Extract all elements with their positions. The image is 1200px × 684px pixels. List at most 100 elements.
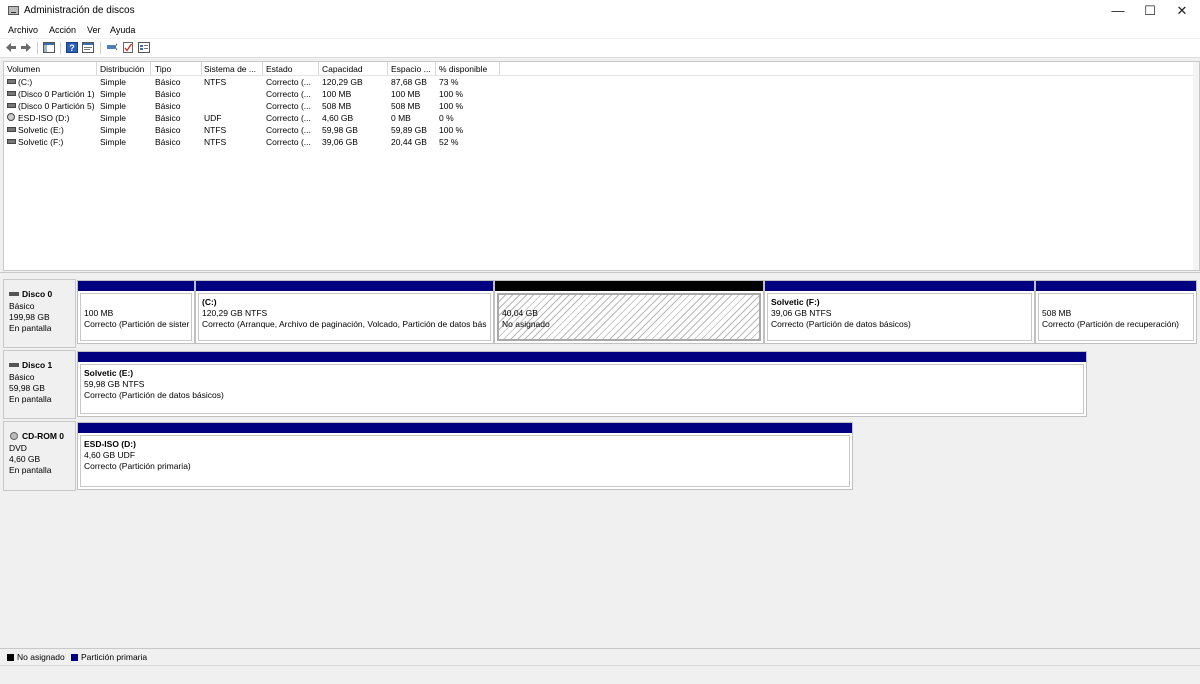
- cell-free: 87,68 GB: [391, 77, 427, 87]
- cell-volume: Solvetic (E:): [18, 125, 64, 135]
- partition-name: ESD-ISO (D:): [84, 439, 136, 449]
- menu-ver[interactable]: Ver: [87, 25, 101, 35]
- cell-volume: (C:): [18, 77, 33, 87]
- legend-label-primary: Partición primaria: [81, 652, 148, 662]
- cell-fs: NTFS: [204, 77, 227, 87]
- column-divider[interactable]: [150, 62, 151, 75]
- disk-volume-icon: [7, 103, 16, 108]
- table-row[interactable]: Solvetic (F:) Simple Básico NTFS Correct…: [4, 136, 1199, 148]
- partition-status: Correcto (Partición de datos básicos): [771, 319, 911, 329]
- partition-body: 508 MB Correcto (Partición de recuperaci…: [1038, 293, 1194, 341]
- table-row[interactable]: (C:) Simple Básico NTFS Correcto (... 12…: [4, 76, 1199, 88]
- console-tree-icon[interactable]: [43, 42, 55, 53]
- disk-volume-icon: [7, 127, 16, 132]
- column-header-capacidad[interactable]: Capacidad: [322, 64, 363, 74]
- disk-state: En pantalla: [9, 323, 52, 333]
- cell-capacity: 59,98 GB: [322, 125, 358, 135]
- menu-archivo[interactable]: Archivo: [8, 25, 38, 35]
- volume-list[interactable]: Volumen Distribución Tipo Sistema de ...…: [3, 61, 1200, 271]
- partition-c[interactable]: (C:) 120,29 GB NTFS Correcto (Arranque, …: [195, 280, 494, 344]
- partition-e[interactable]: Solvetic (E:) 59,98 GB NTFS Correcto (Pa…: [77, 351, 1087, 417]
- column-header-disponible[interactable]: % disponible: [439, 64, 487, 74]
- cd-drive-icon: [10, 432, 18, 440]
- cell-type: Básico: [155, 89, 181, 99]
- partition-body: 40,04 GB No asignado: [497, 293, 761, 341]
- table-row[interactable]: Solvetic (E:) Simple Básico NTFS Correct…: [4, 124, 1199, 136]
- cell-capacity: 100 MB: [322, 89, 352, 99]
- cell-layout: Simple: [100, 101, 126, 111]
- partition-name: Solvetic (E:): [84, 368, 134, 378]
- disk-management-icon: [8, 6, 19, 15]
- cell-layout: Simple: [100, 77, 126, 87]
- partition-bar: [495, 281, 763, 291]
- partition-bar: [765, 281, 1034, 291]
- view-icon[interactable]: [138, 42, 150, 53]
- cell-pct: 100 %: [439, 101, 464, 111]
- menu-bar: Archivo Acción Ver Ayuda: [0, 22, 1200, 38]
- close-button[interactable]: ✕: [1162, 0, 1200, 22]
- legend-swatch-unallocated: [7, 654, 14, 661]
- vertical-scrollbar[interactable]: [1193, 62, 1199, 270]
- column-divider[interactable]: [499, 62, 500, 75]
- partition-recovery[interactable]: 508 MB Correcto (Partición de recuperaci…: [1035, 280, 1197, 344]
- toolbar-separator: [60, 42, 61, 54]
- cell-type: Básico: [155, 137, 181, 147]
- column-divider[interactable]: [387, 62, 388, 75]
- hard-disk-icon: [9, 292, 19, 296]
- partition-size: 120,29 GB NTFS: [202, 308, 268, 318]
- partition-body: ESD-ISO (D:) 4,60 GB UDF Correcto (Parti…: [80, 435, 850, 487]
- partition-d[interactable]: ESD-ISO (D:) 4,60 GB UDF Correcto (Parti…: [77, 422, 853, 490]
- check-icon[interactable]: [122, 42, 134, 53]
- partition-size: 39,06 GB NTFS: [771, 308, 832, 318]
- window-title: Administración de discos: [24, 5, 135, 16]
- disk-0-label[interactable]: Disco 0 Básico 199,98 GB En pantalla: [3, 279, 76, 348]
- partition-status: Correcto (Partición primaria): [84, 461, 191, 471]
- list-header: Volumen Distribución Tipo Sistema de ...…: [4, 62, 1199, 76]
- cell-volume: Solvetic (F:): [18, 137, 64, 147]
- back-arrow-icon[interactable]: [5, 42, 17, 53]
- disk-size: 199,98 GB: [9, 312, 50, 322]
- cell-layout: Simple: [100, 125, 126, 135]
- column-header-distribucion[interactable]: Distribución: [100, 64, 144, 74]
- column-header-espacio[interactable]: Espacio ...: [391, 64, 431, 74]
- help-icon[interactable]: ?: [66, 42, 78, 53]
- column-divider[interactable]: [96, 62, 97, 75]
- partition-f[interactable]: Solvetic (F:) 39,06 GB NTFS Correcto (Pa…: [764, 280, 1035, 344]
- forward-arrow-icon[interactable]: [20, 42, 32, 53]
- disk-size: 4,60 GB: [9, 454, 41, 464]
- cell-pct: 100 %: [439, 89, 464, 99]
- partition-unallocated[interactable]: 40,04 GB No asignado: [494, 280, 764, 344]
- disk-1-label[interactable]: Disco 1 Básico 59,98 GB En pantalla: [3, 350, 76, 419]
- column-divider[interactable]: [201, 62, 202, 75]
- table-row[interactable]: (Disco 0 Partición 5) Simple Básico Corr…: [4, 100, 1199, 112]
- cell-free: 100 MB: [391, 89, 421, 99]
- column-header-tipo[interactable]: Tipo: [155, 64, 171, 74]
- connect-icon[interactable]: [106, 42, 118, 53]
- cell-pct: 100 %: [439, 125, 464, 135]
- menu-ayuda[interactable]: Ayuda: [110, 25, 135, 35]
- column-divider[interactable]: [262, 62, 263, 75]
- column-divider[interactable]: [435, 62, 436, 75]
- partition-bar: [196, 281, 493, 291]
- column-divider[interactable]: [318, 62, 319, 75]
- menu-accion[interactable]: Acción: [49, 25, 76, 35]
- svg-text:?: ?: [69, 43, 75, 53]
- partition-size: 4,60 GB UDF: [84, 450, 136, 460]
- partition-system[interactable]: 100 MB Correcto (Partición de sister: [77, 280, 195, 344]
- cell-type: Básico: [155, 101, 181, 111]
- toolbar-separator: [37, 42, 38, 54]
- column-header-volumen[interactable]: Volumen: [7, 64, 40, 74]
- disk-type: DVD: [9, 443, 27, 453]
- table-row[interactable]: ESD-ISO (D:) Simple Básico UDF Correcto …: [4, 112, 1199, 124]
- cell-layout: Simple: [100, 137, 126, 147]
- cell-layout: Simple: [100, 89, 126, 99]
- legend-label-unallocated: No asignado: [17, 652, 65, 662]
- toolbar-separator: [100, 42, 101, 54]
- cdrom-0-label[interactable]: CD-ROM 0 DVD 4,60 GB En pantalla: [3, 421, 76, 491]
- table-row[interactable]: (Disco 0 Partición 1) Simple Básico Corr…: [4, 88, 1199, 100]
- cell-capacity: 4,60 GB: [322, 113, 354, 123]
- column-header-estado[interactable]: Estado: [266, 64, 292, 74]
- column-header-sistema[interactable]: Sistema de ...: [204, 64, 256, 74]
- properties-icon[interactable]: [82, 42, 94, 53]
- legend-swatch-primary: [71, 654, 78, 661]
